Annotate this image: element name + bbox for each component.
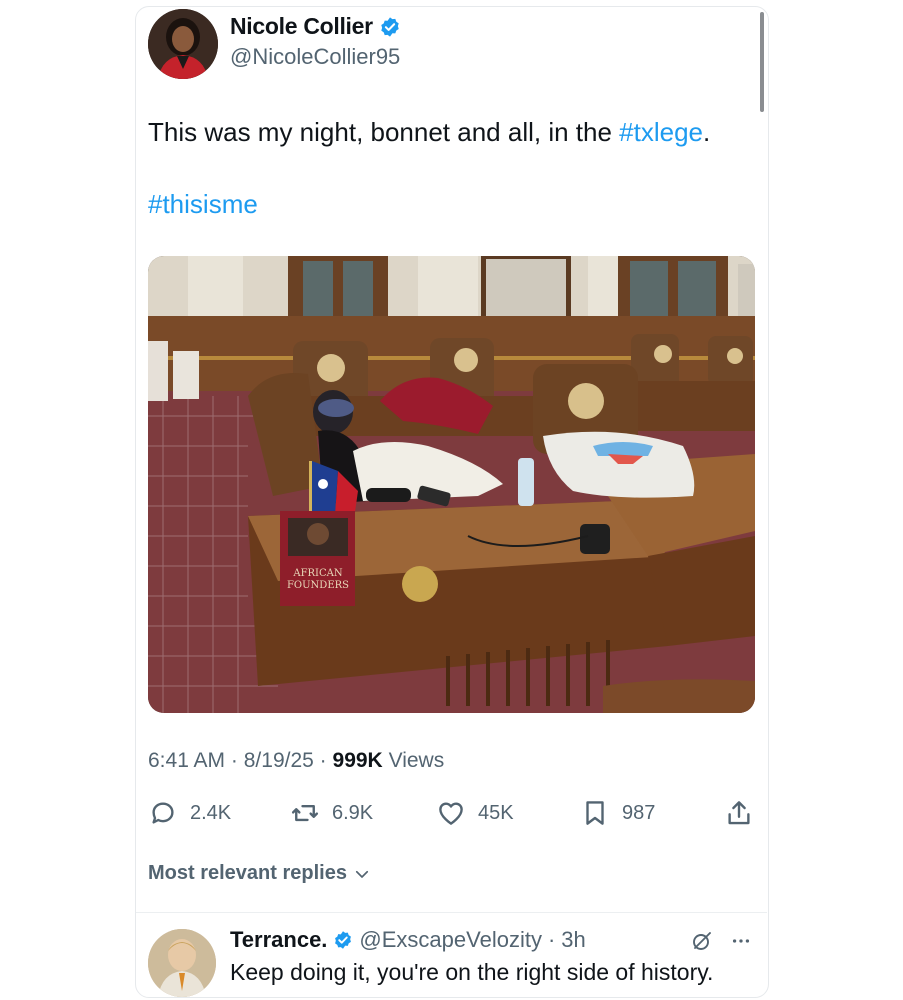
like-button[interactable]: 45K xyxy=(436,798,514,828)
reply-header: Terrance. @ExscapeVelozity · 3h xyxy=(230,927,586,953)
bookmark-count: 987 xyxy=(622,801,656,824)
reply-tools xyxy=(690,929,752,953)
reply-separator: · xyxy=(547,927,556,952)
replies-sort-label: Most relevant replies xyxy=(148,862,347,884)
repost-icon xyxy=(291,804,319,822)
action-bar: 2.4K 6.9K 45K 987 xyxy=(148,798,755,832)
book-title-line1: AFRICAN xyxy=(292,568,343,579)
verified-badge-icon xyxy=(335,931,352,949)
repost-button[interactable]: 6.9K xyxy=(290,798,373,828)
bookmark-icon xyxy=(586,801,604,825)
reply-author-handle[interactable]: @ExscapeVelozity xyxy=(359,927,542,953)
book-title-line2: FOUNDERS xyxy=(287,580,349,591)
grok-icon[interactable] xyxy=(690,929,714,953)
reply-count: 2.4K xyxy=(190,801,232,824)
views-count: 999K xyxy=(332,749,383,772)
reply-avatar[interactable] xyxy=(148,929,216,997)
hashtag-txlege[interactable]: #txlege xyxy=(619,117,703,147)
author-avatar[interactable] xyxy=(148,9,218,79)
heart-icon xyxy=(439,802,463,825)
tweet-meta: 6:41 AM · 8/19/25 · 999K Views xyxy=(148,749,444,773)
replies-sort-dropdown[interactable]: Most relevant replies xyxy=(148,862,371,885)
reply-text: Keep doing it, you're on the right side … xyxy=(230,959,714,985)
scrollbar[interactable] xyxy=(760,12,764,112)
divider xyxy=(136,912,767,913)
tweet-photo[interactable]: AFRICAN FOUNDERS xyxy=(148,256,755,713)
reply-author-name[interactable]: Terrance. xyxy=(230,927,327,953)
like-count: 45K xyxy=(478,801,514,824)
more-options-icon[interactable] xyxy=(730,930,752,952)
tweet-text: This was my night, bonnet and all, in th… xyxy=(148,116,710,148)
tweet-time[interactable]: 6:41 AM xyxy=(148,749,225,772)
repost-count: 6.9K xyxy=(332,801,374,824)
tweet-date[interactable]: 8/19/25 xyxy=(244,749,314,772)
share-button[interactable] xyxy=(724,798,754,828)
reply-icon xyxy=(152,802,174,824)
chevron-down-icon xyxy=(355,870,369,878)
hashtag-thisisme[interactable]: #thisisme xyxy=(148,189,258,219)
tweet-text-before: This was my night, bonnet and all, in th… xyxy=(148,117,620,147)
share-icon xyxy=(728,801,750,825)
reply-button[interactable]: 2.4K xyxy=(148,798,231,828)
author-name-row[interactable]: Nicole Collier xyxy=(230,13,401,40)
meta-separator-2: · xyxy=(319,749,327,772)
verified-badge-icon xyxy=(381,16,399,37)
author-name[interactable]: Nicole Collier xyxy=(230,13,373,40)
tweet-text-after: . xyxy=(703,117,711,147)
views-label: Views xyxy=(388,749,445,772)
author-handle[interactable]: @NicoleCollier95 xyxy=(230,44,400,70)
bookmark-button[interactable]: 987 xyxy=(580,798,655,828)
reply-time[interactable]: 3h xyxy=(561,927,585,953)
meta-separator: · xyxy=(230,749,238,772)
